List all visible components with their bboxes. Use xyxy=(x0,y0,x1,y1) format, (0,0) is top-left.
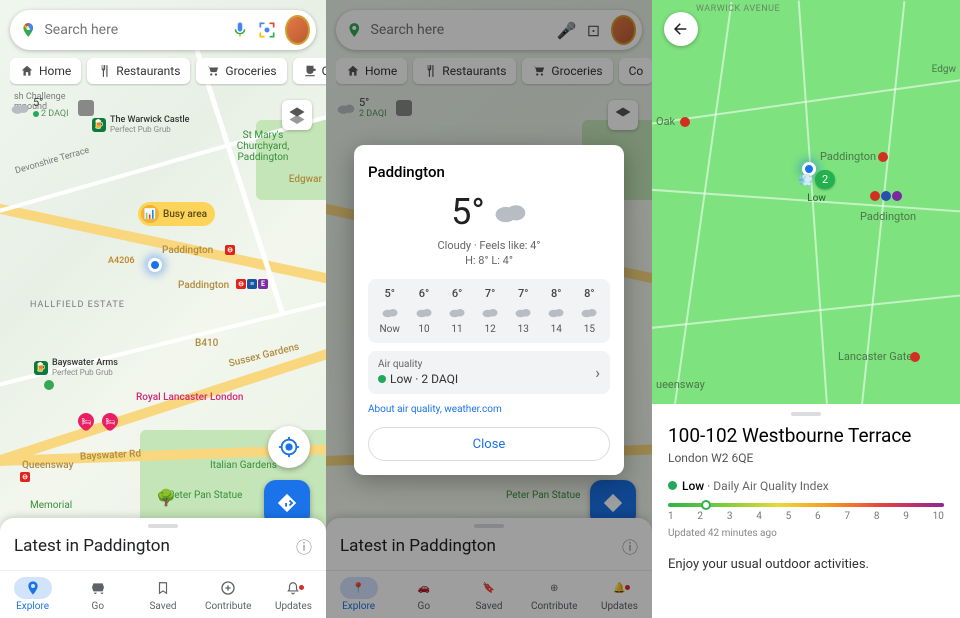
aqi-advice: Enjoy your usual outdoor activities. xyxy=(652,539,960,572)
air-quality-row[interactable]: Air quality Low · 2 DAQI › xyxy=(368,351,610,394)
nav-contribute[interactable]: Contribute xyxy=(196,571,261,618)
aqi-status: Low · Daily Air Quality Index xyxy=(652,465,960,493)
hourly-forecast[interactable]: 5°Now6°106°117°127°138°148°15 xyxy=(368,279,610,343)
my-location-button[interactable] xyxy=(268,426,310,468)
aqi-map-surface[interactable]: WARWICK AVENUE Edgw Oak Paddington Paddi… xyxy=(652,0,960,404)
nav-go[interactable]: Go xyxy=(65,571,130,618)
search-bar[interactable] xyxy=(10,10,316,50)
weather-pill[interactable]: 5°2 DAQI xyxy=(10,96,94,119)
category-chips: Home Restaurants Groceries Co xyxy=(10,58,326,86)
nav-updates[interactable]: Updates xyxy=(261,571,326,618)
bottom-nav: Explore Go Saved Contribute Updates xyxy=(0,570,326,618)
close-button[interactable]: Close xyxy=(368,427,610,461)
chip-coffee[interactable]: Co xyxy=(293,58,326,84)
account-avatar[interactable] xyxy=(285,15,310,45)
aqi-address: London W2 6QE xyxy=(652,447,960,465)
aqi-scale: 12345678910 xyxy=(652,493,960,522)
lens-search-icon[interactable] xyxy=(257,19,277,41)
current-location-dot xyxy=(148,258,162,272)
aqi-title: 100-102 Westbourne Terrace xyxy=(652,416,960,447)
chip-home[interactable]: Home xyxy=(10,58,81,84)
sheet-title: Latest in Paddington xyxy=(14,536,312,556)
weather-high-low: H: 8° L: 4° xyxy=(368,254,610,267)
aqi-updated: Updated 42 minutes ago xyxy=(652,522,960,539)
panel-air-quality: WARWICK AVENUE Edgw Oak Paddington Paddi… xyxy=(652,0,960,618)
busy-area-badge[interactable]: 📊Busy area xyxy=(138,202,215,226)
weather-links[interactable]: About air quality, weather.com xyxy=(368,404,610,415)
weather-card: Paddington 5° Cloudy · Feels like: 4° H:… xyxy=(354,145,624,475)
aqi-pin[interactable]: 💨 2 Low xyxy=(798,170,835,204)
current-temp: 5° xyxy=(451,191,485,233)
weather-location: Paddington xyxy=(368,163,610,181)
google-maps-logo-icon xyxy=(20,20,36,40)
chevron-right-icon: › xyxy=(595,363,600,382)
nav-explore[interactable]: Explore xyxy=(0,571,65,618)
chip-groceries[interactable]: Groceries xyxy=(196,58,286,84)
back-button[interactable] xyxy=(664,12,698,46)
latest-sheet[interactable]: Latest in Paddington ⓘ xyxy=(0,518,326,570)
search-input[interactable] xyxy=(44,22,222,38)
info-icon[interactable]: ⓘ xyxy=(296,534,312,558)
chip-restaurants[interactable]: Restaurants xyxy=(87,58,190,84)
aqi-scale-numbers: 12345678910 xyxy=(668,511,944,522)
layers-button[interactable] xyxy=(282,100,312,130)
nav-saved[interactable]: Saved xyxy=(130,571,195,618)
panel-explore: sh Challengempound 🍺The Warwick CastlePe… xyxy=(0,0,326,618)
voice-search-icon[interactable] xyxy=(230,19,248,41)
weather-desc: Cloudy · Feels like: 4° xyxy=(368,239,610,252)
panel-weather-modal: Peter Pan Statue 🎤⊡ Home Restaurants Gro… xyxy=(326,0,652,618)
